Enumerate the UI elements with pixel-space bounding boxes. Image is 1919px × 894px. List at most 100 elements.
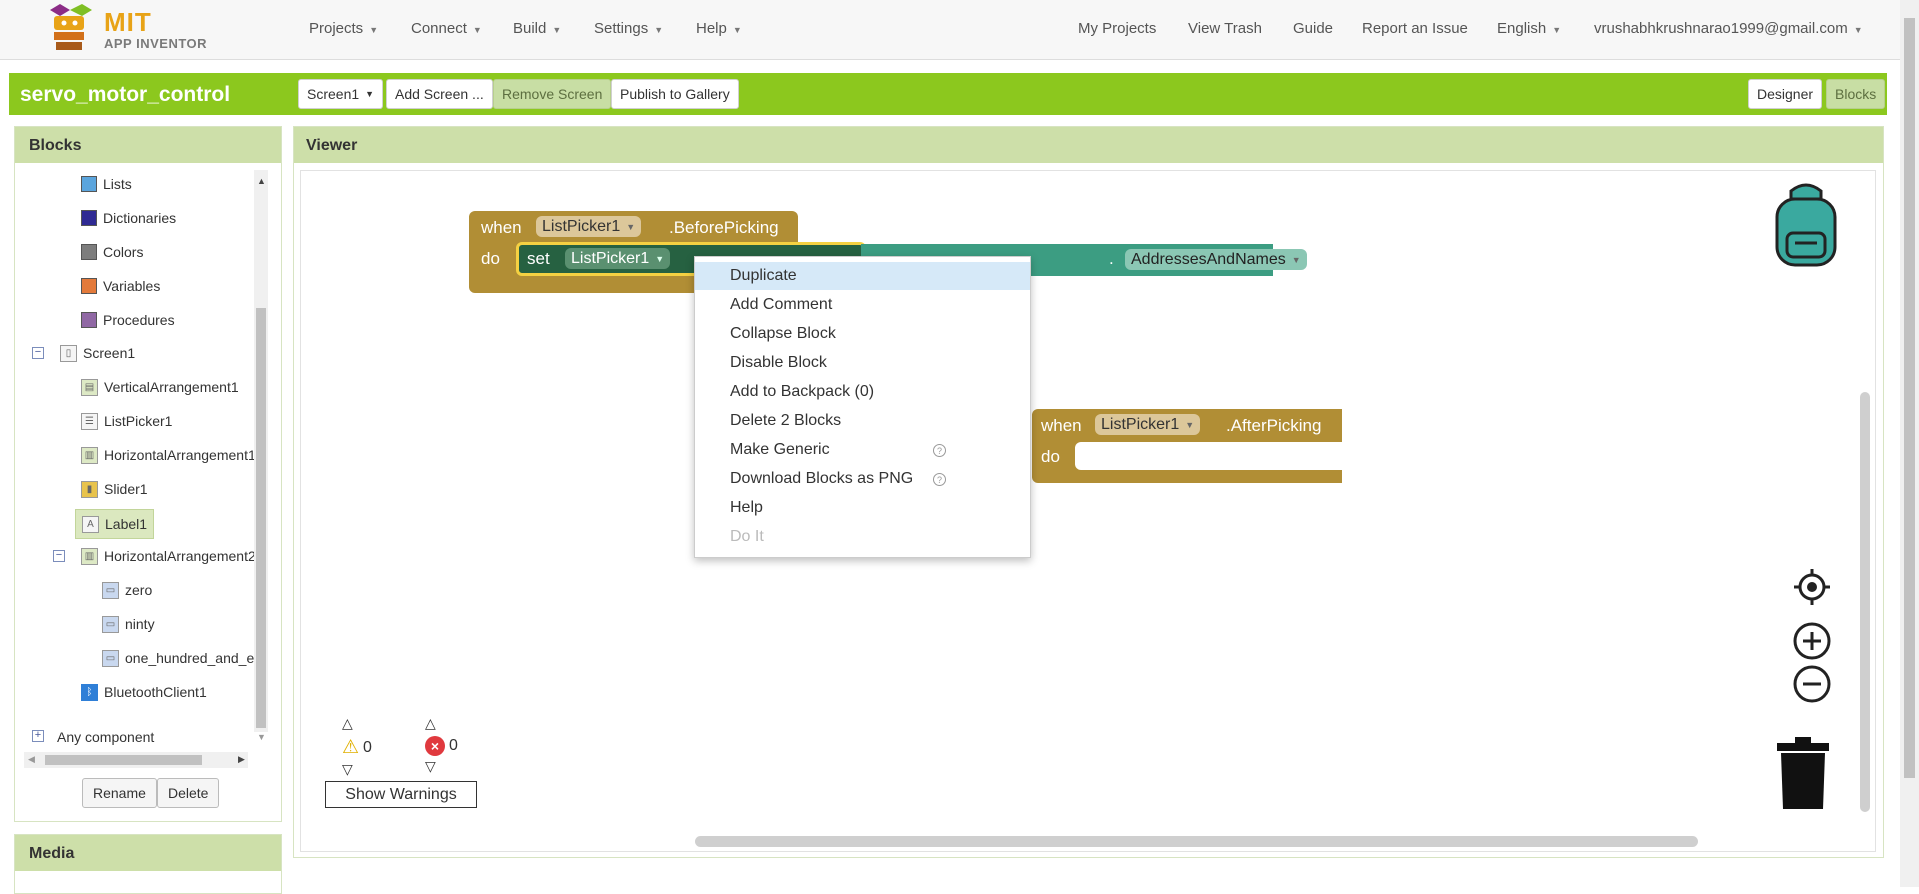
add-screen-button[interactable]: Add Screen ... [386, 79, 493, 109]
screen-select-button[interactable]: Screen1 ▼ [298, 79, 384, 109]
tree-component[interactable]: ▥ HorizontalArrangement1 [81, 443, 256, 467]
tree-component[interactable]: ▭ one_hundred_and_eighty [102, 646, 267, 670]
builtin-variables[interactable]: Variables [81, 274, 160, 298]
delete-button[interactable]: Delete [157, 778, 220, 808]
scroll-down-arrow-icon[interactable]: ▼ [257, 732, 266, 742]
when-keyword: when [481, 218, 522, 237]
vertical-arrangement-icon: ▤ [81, 378, 98, 396]
menu-help[interactable]: Help ▼ [696, 20, 742, 37]
property-dropdown[interactable]: AddressesAndNames ▼ [1125, 249, 1307, 270]
blocks-button[interactable]: Blocks [1826, 79, 1886, 109]
errors-indicator[interactable]: △ × 0 ▽ [425, 716, 458, 773]
empty-do-slot[interactable] [1075, 442, 1342, 470]
next-error-arrow-icon[interactable]: ▽ [425, 759, 458, 773]
menu-collapse-block[interactable]: Collapse Block [695, 320, 1030, 348]
scroll-up-arrow-icon[interactable]: ▲ [257, 176, 266, 186]
event-block-after-picking[interactable]: when ListPicker1 ▼ .AfterPicking do [1032, 409, 1342, 483]
menu-delete-blocks[interactable]: Delete 2 Blocks [695, 407, 1030, 435]
caret-down-icon: ▼ [654, 25, 664, 35]
warnings-indicator[interactable]: △ ⚠ 0 ▽ [342, 716, 372, 776]
zoom-out-icon[interactable] [1792, 664, 1832, 704]
blocks-workspace[interactable]: when ListPicker1 ▼ .BeforePicking do set … [300, 170, 1876, 852]
builtin-procedures[interactable]: Procedures [81, 308, 175, 332]
blocks-tree-scroll-thumb[interactable] [256, 308, 266, 728]
dot-separator: . [1109, 249, 1114, 268]
menu-connect[interactable]: Connect ▼ [411, 20, 482, 37]
menu-help[interactable]: Help [695, 494, 1030, 522]
rename-button[interactable]: Rename [82, 778, 157, 808]
menu-language-label: English [1497, 20, 1547, 37]
help-question-icon[interactable]: ? [933, 444, 946, 457]
menu-add-comment[interactable]: Add Comment [695, 291, 1030, 319]
workspace-vertical-scrollbar[interactable] [1860, 392, 1870, 812]
menu-settings[interactable]: Settings ▼ [594, 20, 663, 37]
menu-disable-block[interactable]: Disable Block [695, 349, 1030, 377]
link-report-issue[interactable]: Report an Issue [1362, 20, 1468, 37]
component-dropdown[interactable]: ListPicker1 ▼ [1095, 414, 1201, 435]
publish-gallery-button[interactable]: Publish to Gallery [611, 79, 739, 109]
blocks-tree-hscroll-thumb[interactable] [45, 755, 202, 765]
prev-error-arrow-icon[interactable]: △ [425, 716, 458, 730]
link-my-projects[interactable]: My Projects [1078, 20, 1156, 37]
tree-component-label: zero [125, 582, 153, 598]
tree-component[interactable]: ▮ Slider1 [81, 477, 148, 501]
help-question-icon[interactable]: ? [933, 473, 946, 486]
menu-duplicate[interactable]: Duplicate [695, 262, 1030, 290]
horizontal-arrangement-icon: ▥ [81, 547, 98, 565]
trash-icon[interactable] [1775, 737, 1831, 811]
scroll-left-arrow-icon[interactable]: ◀ [28, 754, 35, 765]
recenter-icon[interactable] [1792, 567, 1832, 607]
tree-component[interactable]: ▥ HorizontalArrangement2 [81, 544, 256, 568]
menu-account[interactable]: vrushabhkrushnarao1999@gmail.com ▼ [1594, 20, 1863, 37]
workspace-horizontal-scrollbar[interactable] [695, 836, 1698, 847]
component-dropdown-label: ListPicker1 [542, 217, 621, 235]
builtin-colors[interactable]: Colors [81, 240, 143, 264]
component-dropdown[interactable]: ListPicker1 ▼ [536, 216, 642, 237]
link-view-trash[interactable]: View Trash [1188, 20, 1262, 37]
builtin-dictionaries[interactable]: Dictionaries [81, 206, 176, 230]
tree-component[interactable]: ▤ VerticalArrangement1 [81, 375, 239, 399]
next-warning-arrow-icon[interactable]: ▽ [342, 762, 372, 776]
link-guide[interactable]: Guide [1293, 20, 1333, 37]
logo-mit: MIT [104, 7, 152, 37]
menu-add-to-backpack[interactable]: Add to Backpack (0) [695, 378, 1030, 406]
project-title: servo_motor_control [20, 83, 231, 106]
blocks-tree: Lists Dictionaries Colors Variables Proc… [15, 163, 267, 703]
tree-component[interactable]: ☰ ListPicker1 [81, 409, 172, 433]
designer-button[interactable]: Designer [1748, 79, 1823, 109]
menu-build[interactable]: Build ▼ [513, 20, 561, 37]
tree-any-component[interactable]: Any component [57, 725, 154, 749]
menu-download-png[interactable]: Download Blocks as PNG [695, 465, 1030, 493]
tree-screen1[interactable]: ▯ Screen1 [60, 341, 135, 365]
tree-component-selected[interactable]: A Label1 [75, 509, 155, 539]
tree-component[interactable]: ▭ zero [102, 578, 152, 602]
caret-down-icon: ▼ [365, 89, 375, 99]
listpicker-icon: ☰ [81, 412, 98, 430]
app-inventor-logo[interactable]: MIT APP INVENTOR [42, 4, 212, 56]
zoom-in-icon[interactable] [1792, 621, 1832, 661]
set-component-dropdown[interactable]: ListPicker1 ▼ [565, 248, 671, 269]
expand-any-component-icon[interactable]: + [32, 730, 44, 742]
backpack-icon[interactable] [1763, 181, 1849, 271]
menu-projects[interactable]: Projects ▼ [309, 20, 378, 37]
tree-component[interactable]: ᛒ BluetoothClient1 [81, 680, 207, 703]
errors-count: 0 [449, 737, 458, 754]
page-scrollbar-thumb[interactable] [1904, 18, 1915, 778]
tree-component-label: HorizontalArrangement1 [104, 447, 256, 463]
collapse-horizontal-arrangement-icon[interactable]: − [53, 550, 65, 562]
builtin-label: Variables [103, 278, 161, 294]
collapse-screen1-icon[interactable]: − [32, 347, 44, 359]
tree-component-label: Slider1 [104, 481, 148, 497]
tree-component[interactable]: ▭ ninty [102, 612, 155, 636]
menu-language[interactable]: English ▼ [1497, 20, 1561, 37]
show-warnings-button[interactable]: Show Warnings [325, 781, 477, 808]
bluetooth-icon: ᛒ [81, 683, 98, 701]
prev-warning-arrow-icon[interactable]: △ [342, 716, 372, 730]
remove-screen-button[interactable]: Remove Screen [493, 79, 612, 109]
scroll-right-arrow-icon[interactable]: ▶ [238, 754, 245, 765]
caret-down-icon: ▼ [732, 25, 742, 35]
caret-down-icon: ▼ [472, 25, 482, 35]
menu-make-generic[interactable]: Make Generic [695, 436, 1030, 464]
tree-component-label: HorizontalArrangement2 [104, 548, 256, 564]
builtin-lists[interactable]: Lists [81, 172, 132, 196]
